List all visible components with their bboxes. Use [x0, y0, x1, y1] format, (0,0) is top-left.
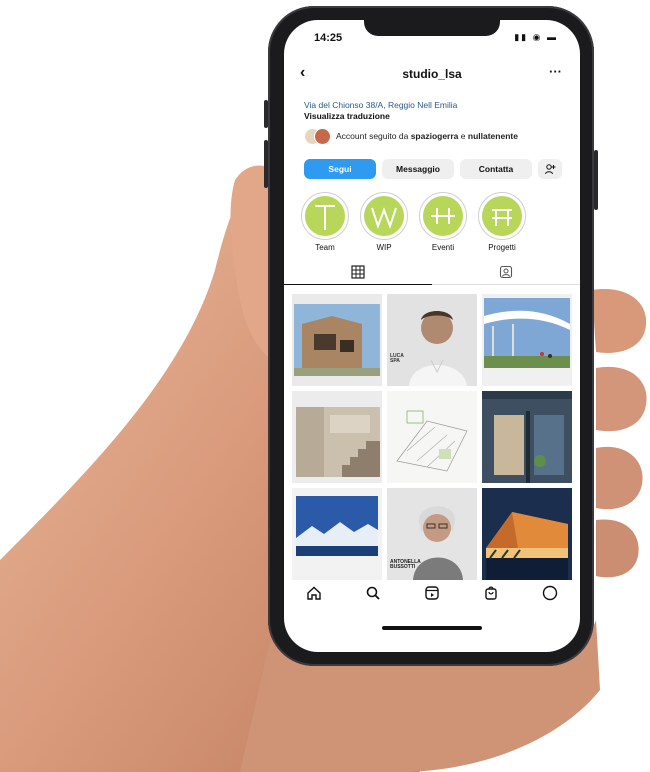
highlight-wip[interactable]: WIP — [359, 192, 409, 252]
highlight-team-cover — [305, 196, 345, 236]
grid-post[interactable] — [387, 391, 477, 483]
profile-actions: Segui Messaggio Contatta — [304, 159, 562, 179]
status-icons: ▮▮ ◉ ▬ — [514, 32, 558, 42]
message-button[interactable]: Messaggio — [382, 159, 454, 179]
post-image-sketch — [387, 391, 477, 483]
more-options-icon[interactable]: ··· — [549, 64, 562, 79]
post-image-glass-facade — [482, 391, 572, 483]
profile-icon — [543, 585, 558, 601]
highlight-progetti[interactable]: Progetti — [477, 192, 527, 252]
followed-prefix: Account seguito da — [336, 131, 409, 141]
grid-post[interactable] — [482, 391, 572, 483]
post-image-wood-house — [292, 294, 382, 386]
grid-icon — [351, 265, 365, 279]
post-image-interior-stair — [292, 391, 382, 483]
highlight-progetti-cover — [482, 196, 522, 236]
highlight-team[interactable]: Team — [300, 192, 350, 252]
highlight-label: Team — [315, 243, 335, 252]
reels-icon — [425, 586, 439, 600]
highlight-label: Progetti — [488, 243, 516, 252]
tagged-icon — [499, 265, 513, 279]
home-icon — [306, 586, 321, 600]
status-time: 14:25 — [314, 32, 343, 44]
follower-avatars — [304, 128, 332, 145]
nav-home[interactable] — [301, 580, 327, 606]
highlight-label: Eventi — [431, 243, 455, 252]
follow-button[interactable]: Segui — [304, 159, 376, 179]
nav-search[interactable] — [360, 580, 386, 606]
post-image-pavilion-night — [482, 488, 572, 580]
highlight-label: WIP — [376, 243, 392, 252]
avatar — [314, 128, 331, 145]
tagged-tab[interactable] — [432, 262, 580, 285]
followed-by[interactable]: Account seguito da spaziogerra e nullate… — [304, 128, 518, 145]
profile-address[interactable]: Via del Chionso 38/A, Reggio Nell Emilia — [304, 100, 457, 110]
shop-icon — [485, 586, 497, 600]
phone-side-button-right — [594, 150, 598, 210]
profile-username: studio_lsa — [402, 67, 462, 81]
post-grid: LUCA SPA ANTONELLA BUSSOTTI — [292, 294, 572, 580]
post-image-canopy — [482, 294, 572, 386]
post-caption: LUCA SPA — [390, 353, 404, 364]
post-caption: ANTONELLA BUSSOTTI — [390, 559, 421, 570]
post-image-mountains — [292, 488, 382, 580]
post-image-portrait-man — [387, 294, 477, 386]
nav-reels[interactable] — [419, 580, 445, 606]
profile-tabs — [284, 262, 580, 285]
search-icon — [366, 586, 380, 600]
highlight-wip-cover — [364, 196, 404, 236]
grid-post[interactable] — [292, 294, 382, 386]
grid-post[interactable]: LUCA SPA — [387, 294, 477, 386]
followed-and: e — [460, 131, 466, 141]
grid-tab[interactable] — [284, 262, 432, 285]
nav-shop[interactable] — [478, 580, 504, 606]
phone-screen: 14:25 ▮▮ ◉ ▬ ‹ studio_lsa ··· Via del Ch… — [284, 20, 580, 652]
story-highlights: Team WIP Eventi Progetti — [300, 192, 527, 252]
grid-post[interactable] — [292, 391, 382, 483]
bottom-navigation — [284, 578, 580, 608]
contact-button[interactable]: Contatta — [460, 159, 532, 179]
highlight-eventi-cover — [423, 196, 463, 236]
phone-notch — [364, 18, 500, 36]
followed-user-1: spaziogerra — [410, 131, 459, 141]
followed-user-2: nullatenente — [467, 131, 518, 141]
grid-post[interactable]: ANTONELLA BUSSOTTI — [387, 488, 477, 580]
highlight-eventi[interactable]: Eventi — [418, 192, 468, 252]
grid-post[interactable] — [482, 488, 572, 580]
nav-profile[interactable] — [537, 580, 563, 606]
home-indicator[interactable] — [382, 626, 482, 630]
translate-link[interactable]: Visualizza traduzione — [304, 111, 390, 121]
grid-post[interactable] — [482, 294, 572, 386]
grid-post[interactable] — [292, 488, 382, 580]
add-person-icon[interactable] — [538, 159, 562, 179]
profile-header: ‹ studio_lsa ··· — [284, 64, 580, 86]
